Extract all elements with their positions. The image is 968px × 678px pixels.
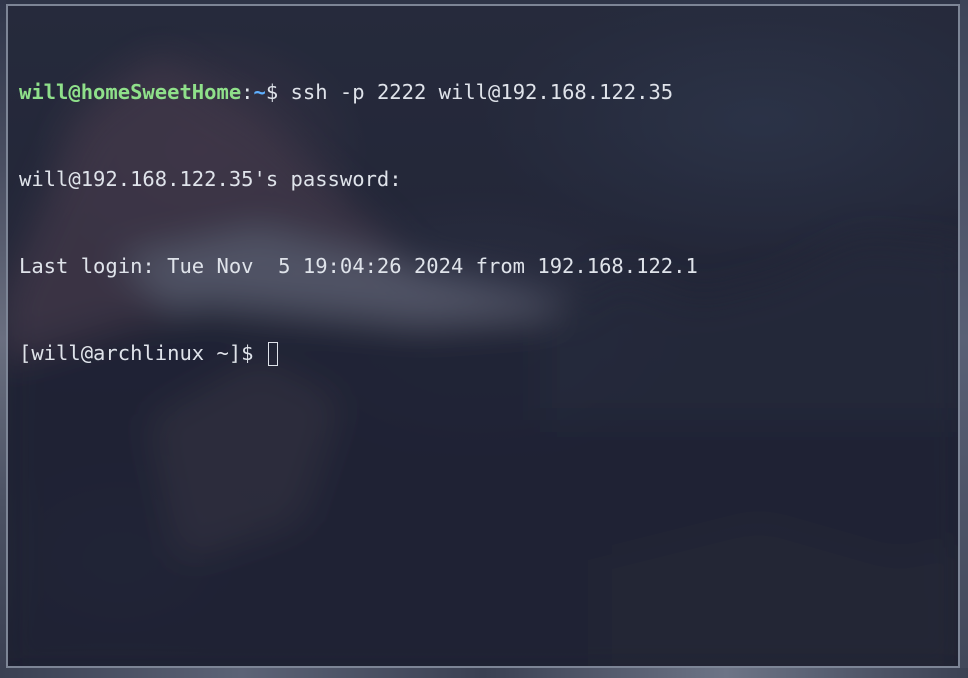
prompt-separator: : (241, 80, 254, 104)
terminal-output[interactable]: will@homeSweetHome:~$ ssh -p 2222 will@1… (19, 20, 948, 656)
typed-command: ssh -p 2222 will@192.168.122.35 (290, 80, 674, 104)
wallpaper-edge-bottom (0, 668, 968, 678)
terminal-output-line: Last login: Tue Nov 5 19:04:26 2024 from… (19, 254, 698, 278)
terminal-output-line: will@192.168.122.35's password: (19, 167, 402, 191)
wallpaper-edge-right (960, 0, 968, 678)
terminal-window[interactable]: will@homeSweetHome:~$ ssh -p 2222 will@1… (6, 4, 960, 668)
terminal-input-line[interactable]: [will@archlinux ~]$ (19, 339, 948, 368)
remote-prompt: [will@archlinux ~]$ (19, 341, 266, 365)
prompt-path: ~ (253, 80, 266, 104)
terminal-command-line: will@homeSweetHome:~$ ssh -p 2222 will@1… (19, 78, 948, 107)
prompt-user-host: will@homeSweetHome (19, 80, 242, 104)
prompt-symbol: $ (265, 80, 291, 104)
text-cursor (267, 342, 278, 366)
